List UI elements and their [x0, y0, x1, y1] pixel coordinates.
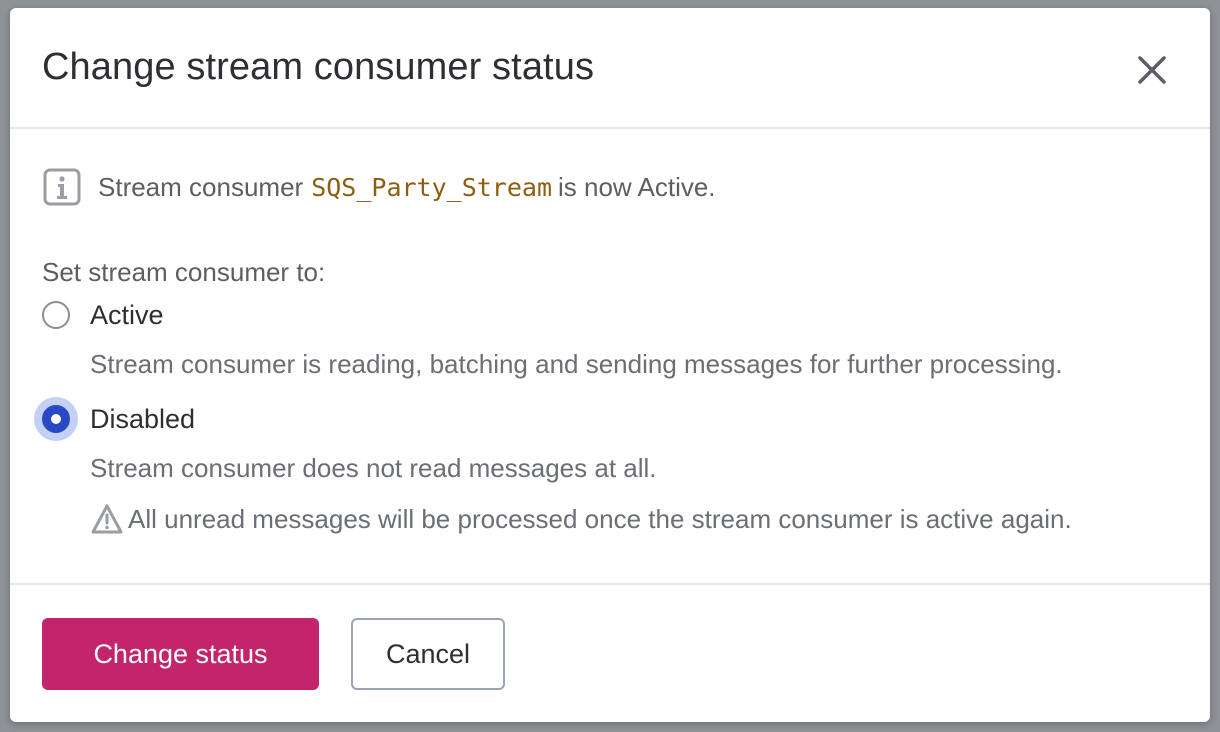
warning-icon — [90, 503, 124, 535]
dialog-title: Change stream consumer status — [42, 46, 595, 88]
consumer-name: SQS_Party_Stream — [311, 172, 553, 202]
dialog-header: Change stream consumer status — [10, 8, 1210, 129]
disabled-description: Stream consumer does not read messages a… — [90, 453, 657, 483]
section-label: Set stream consumer to: — [42, 257, 326, 287]
info-message: Stream consumer SQS_Party_Stream is now Ac… — [42, 167, 716, 207]
close-button[interactable] — [1132, 50, 1172, 90]
change-status-dialog: Change stream consumer status Stream con… — [10, 8, 1210, 722]
info-suffix: is now Active. — [558, 171, 716, 202]
warning-message: All unread messages will be processed on… — [90, 503, 1072, 535]
radio-option-disabled[interactable]: Disabled — [34, 397, 195, 441]
info-prefix: Stream consumer — [98, 171, 304, 202]
radio-option-active[interactable]: Active — [40, 299, 164, 331]
disabled-radio[interactable] — [34, 397, 78, 441]
close-icon — [1138, 56, 1166, 84]
dialog-footer: Change status Cancel — [10, 585, 1210, 722]
info-text: Stream consumer SQS_Party_Stream is now Ac… — [98, 172, 716, 203]
active-radio[interactable] — [40, 299, 72, 331]
active-description: Stream consumer is reading, batching and… — [90, 349, 1063, 379]
change-status-button[interactable]: Change status — [42, 618, 319, 690]
cancel-button[interactable]: Cancel — [351, 618, 505, 690]
warning-text: All unread messages will be processed on… — [128, 503, 1072, 534]
active-label[interactable]: Active — [90, 300, 164, 331]
info-icon — [42, 167, 82, 207]
disabled-label[interactable]: Disabled — [90, 404, 195, 435]
dialog-body: Stream consumer SQS_Party_Stream is now Ac… — [10, 129, 1210, 585]
